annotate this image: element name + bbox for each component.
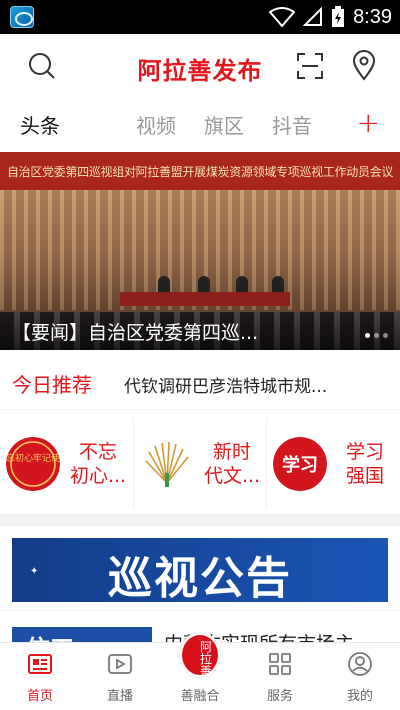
- svg-text:学习: 学习: [282, 454, 318, 476]
- add-channel-icon[interactable]: +: [357, 106, 380, 139]
- banner-person: [198, 276, 210, 292]
- banner-strip-text: 自治区党委第四巡视组对阿拉善盟开展煤炭资源领域专项巡视工作动员会议: [6, 165, 394, 179]
- app-notification-icon: [10, 6, 34, 28]
- carousel-dots: [365, 333, 388, 338]
- nav-profile[interactable]: 我的: [320, 643, 400, 710]
- banner-person: [272, 276, 284, 292]
- tab-douyin[interactable]: 抖音: [272, 110, 312, 139]
- section-divider: [0, 514, 400, 526]
- headline-carousel[interactable]: 自治区党委第四巡视组对阿拉善盟开展煤炭资源领域专项巡视工作动员会议 【要闻】自治…: [0, 152, 400, 350]
- carousel-dot: [383, 333, 388, 338]
- notice-title: 巡视公告: [108, 553, 292, 602]
- banner-podium: [120, 292, 290, 306]
- battery-charging-icon: [332, 6, 345, 27]
- status-time: 8:39: [353, 5, 392, 28]
- today-recommend-bar[interactable]: 今日推荐 代钦调研巴彦浩特城市规...: [0, 356, 400, 410]
- feature-card-label: 不忘 初心...: [69, 441, 127, 487]
- carousel-dot: [365, 333, 370, 338]
- carousel-dot: [374, 333, 379, 338]
- wifi-icon: [269, 7, 296, 27]
- tab-banners[interactable]: 旗区: [204, 110, 244, 139]
- nav-home[interactable]: 首页: [0, 643, 80, 710]
- feature-card-new-era-culture[interactable]: 新时 代文...: [133, 418, 266, 508]
- new-era-culture-logo-icon: [145, 441, 189, 487]
- bottom-nav: 首页 直播 阿拉善 善融合 服务 我的: [0, 633, 400, 710]
- page-title: 阿拉善发布: [137, 57, 263, 85]
- banner-headline-strip: 自治区党委第四巡视组对阿拉善盟开展煤炭资源领域专项巡视工作动员会议: [0, 152, 400, 190]
- study-strong-nation-logo-icon: 学习: [273, 437, 327, 491]
- svg-text:不忘初心牢记使命: 不忘初心牢记使命: [6, 452, 60, 464]
- nav-live-label: 直播: [106, 689, 133, 704]
- signal-icon: [303, 7, 323, 26]
- play-icon: [108, 654, 132, 674]
- app-header: 阿拉善发布: [0, 34, 400, 98]
- feature-cards: 不忘初心牢记使命 不忘 初心... 新时 代文... 学习 学习: [0, 418, 400, 508]
- location-pin-icon[interactable]: [348, 50, 380, 82]
- fusion-badge-icon: 阿拉善: [180, 633, 220, 677]
- user-icon: [348, 652, 372, 676]
- status-bar: 8:39: [0, 0, 400, 34]
- banner-person: [158, 276, 170, 292]
- home-newspaper-icon: [28, 654, 52, 674]
- nav-services-label: 服务: [266, 689, 293, 704]
- scan-icon[interactable]: [294, 50, 326, 82]
- banner-caption: 【要闻】自治区党委第四巡...: [0, 310, 400, 350]
- original-mission-logo-icon: 不忘初心牢记使命: [6, 437, 60, 491]
- feature-card-label: 新时 代文...: [203, 441, 261, 487]
- feature-card-original-mission[interactable]: 不忘初心牢记使命 不忘 初心...: [0, 418, 133, 508]
- nav-home-label: 首页: [26, 689, 53, 704]
- feature-card-study-strong-nation[interactable]: 学习 学习 强国: [266, 418, 399, 508]
- banner-person: [236, 276, 248, 292]
- system-icons: 8:39: [269, 0, 392, 34]
- grid-icon: [269, 653, 291, 675]
- today-recommend-headline[interactable]: 代钦调研巴彦浩特城市规...: [124, 372, 327, 397]
- feature-card-label: 学习 强国: [345, 441, 384, 487]
- tab-headlines[interactable]: 头条: [20, 110, 60, 139]
- nav-services[interactable]: 服务: [240, 643, 320, 710]
- nav-profile-label: 我的: [346, 689, 373, 704]
- nav-fusion[interactable]: 阿拉善 善融合: [160, 633, 240, 710]
- banner-caption-text: 【要闻】自治区党委第四巡...: [12, 322, 259, 344]
- nav-fusion-label: 善融合: [180, 689, 220, 704]
- today-recommend-label: 今日推荐: [12, 373, 92, 397]
- inspection-notice-banner[interactable]: ✦ 巡视公告: [12, 538, 388, 602]
- tab-video[interactable]: 视频: [136, 110, 176, 139]
- nav-live[interactable]: 直播: [80, 643, 160, 710]
- channel-tabs: 头条 视频 旗区 抖音 +: [0, 98, 400, 150]
